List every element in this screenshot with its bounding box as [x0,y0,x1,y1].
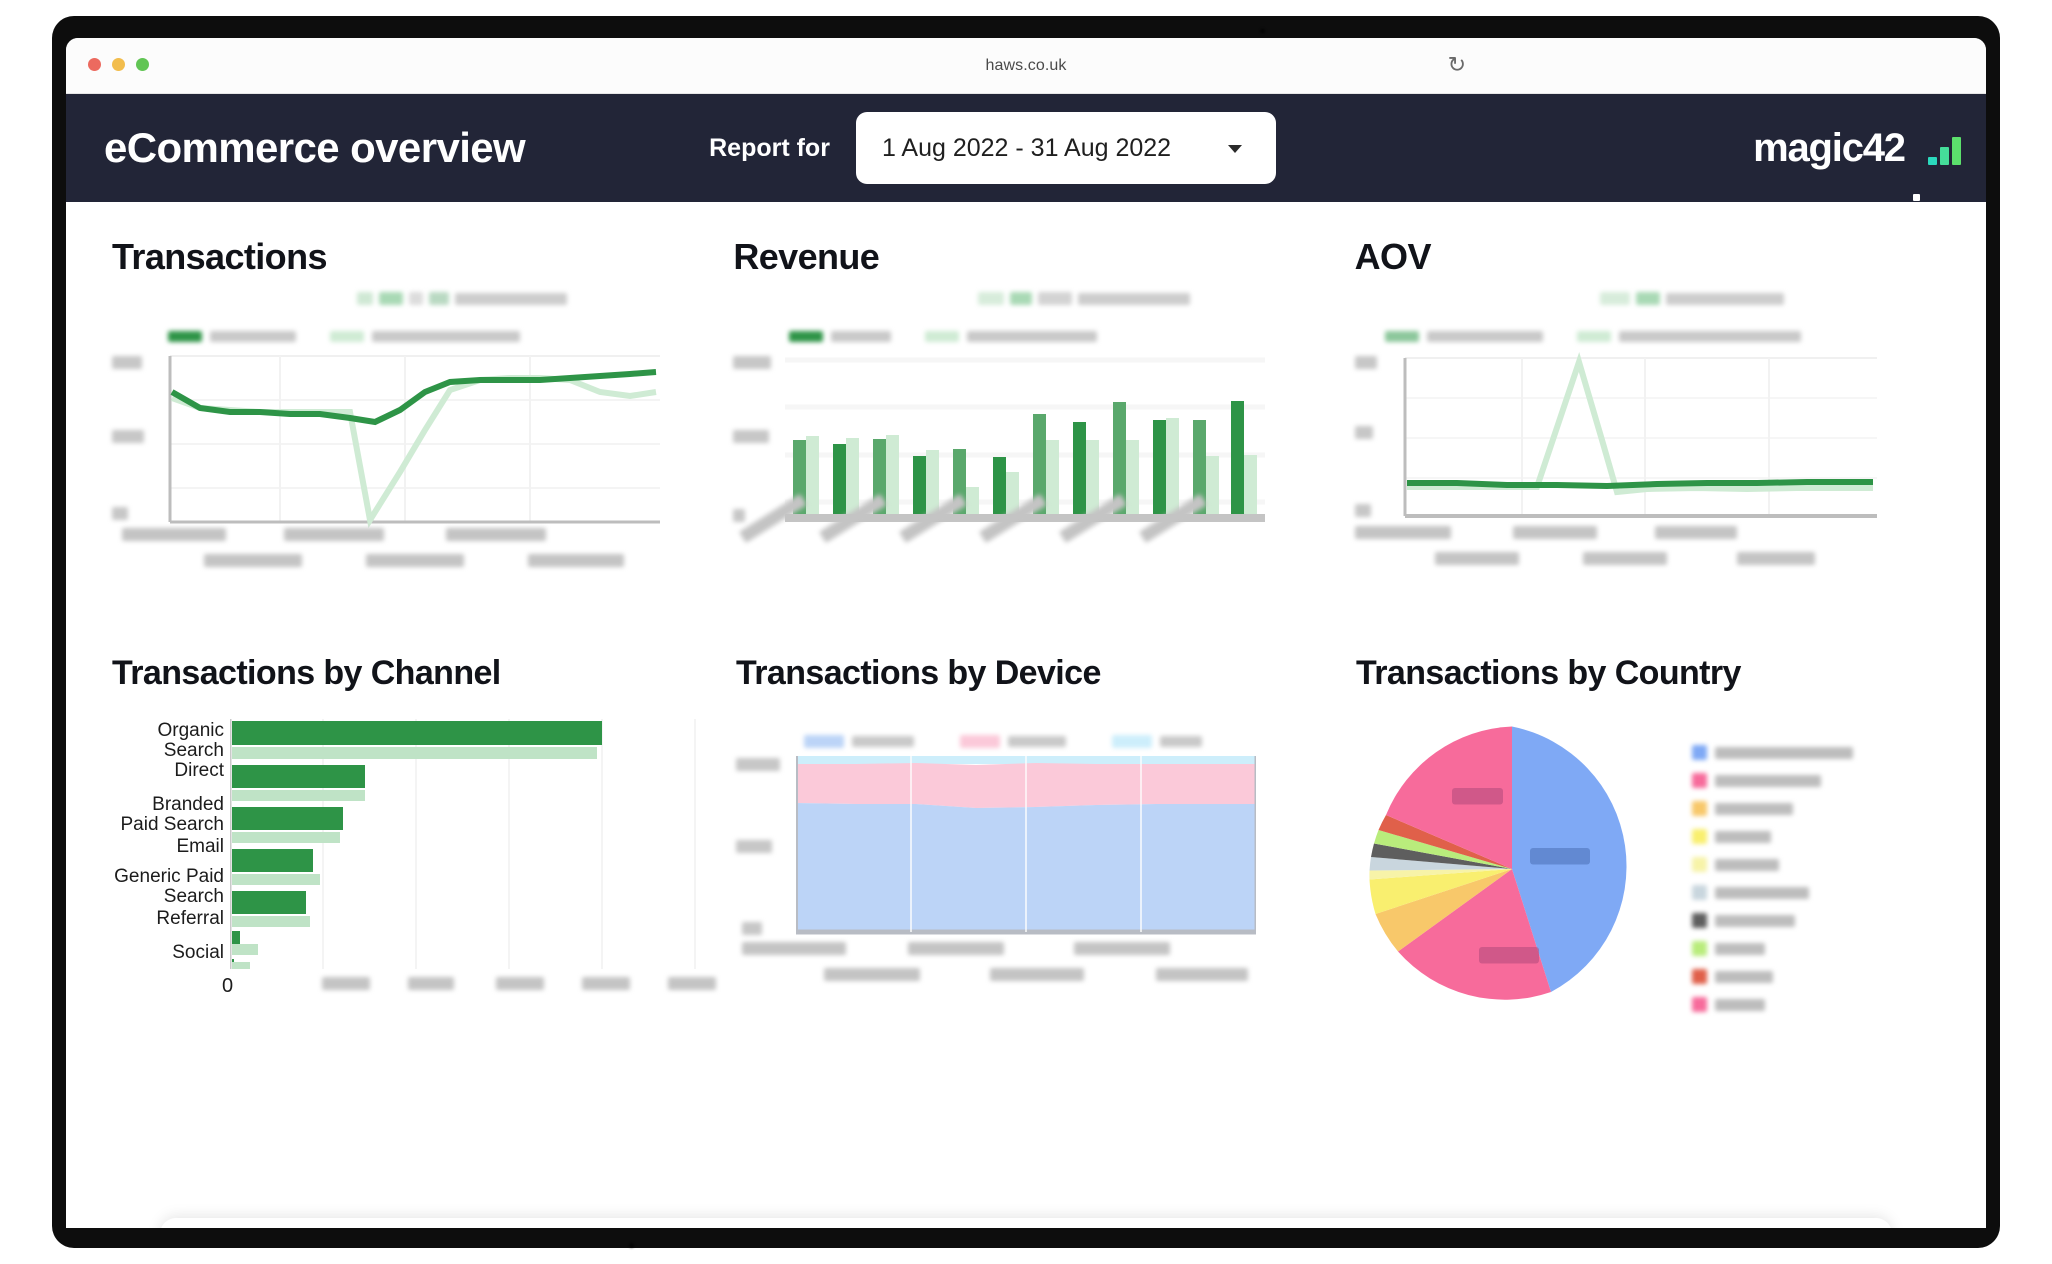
channel-label-6: Social [172,942,224,963]
transactions-chart [112,352,697,567]
card-aov: AOV [1337,202,1958,565]
date-range-picker[interactable]: 1 Aug 2022 - 31 Aug 2022 [855,112,1276,184]
brand-logo: magic42 [1728,94,1986,202]
browser-window: haws.co.uk ↻ eCommerce overview Report f… [66,38,1986,1228]
channel-label-2: Branded Paid Search [120,794,224,835]
channel-label-0: Organic Search [157,720,224,761]
address-bar[interactable]: haws.co.uk [66,57,1986,75]
dashboard-row-1: Transactions Revenue AOV [94,202,1958,567]
channel-label-5: Referral [156,908,224,929]
brand-logo-text: magic42 [1753,125,1906,170]
aov-plot-svg [1403,352,1877,518]
dashboard-row-2: Transactions by Channel Organic Search D… [94,620,1958,1019]
channel-label-1: Direct [174,760,224,781]
revenue-legend [789,331,1318,342]
transactions-delta-note [357,292,697,305]
card-title-transactions: Transactions [112,236,327,277]
chevron-down-icon [1227,145,1242,153]
channel-label-4: Generic Paid Search [114,866,224,907]
card-daily-transactions-by-channel: Daily Transactions by Channel Organic Se… [160,1218,1892,1228]
logo-dot-icon [1912,194,1920,201]
device-chart [736,756,1320,981]
device-legend [804,735,1320,748]
device-plot-svg [796,756,1256,938]
card-title-transactions-by-channel: Transactions by Channel [112,654,501,692]
revenue-delta-note [978,292,1318,305]
card-transactions-by-device: Transactions by Device [718,620,1338,1019]
channel-label-3: Email [176,836,224,857]
date-range-value: 1 Aug 2022 - 31 Aug 2022 [881,133,1172,162]
transactions-legend [168,331,697,342]
country-pie-svg [1369,726,1627,1000]
channel-category-labels: Organic Search Direct Branded Paid Searc… [112,719,224,977]
card-transactions-by-channel: Transactions by Channel Organic Search D… [94,620,718,1019]
revenue-chart [733,352,1318,544]
transactions-plot-svg [168,355,660,529]
card-title-revenue: Revenue [733,236,880,277]
country-legend [1692,745,1853,1025]
screenshot-root: haws.co.uk ↻ eCommerce overview Report f… [0,0,2052,1264]
channel-chart: Organic Search Direct Branded Paid Searc… [112,719,716,997]
dashboard-body: Transactions Revenue AOV Transactions by… [66,202,1986,1228]
app-header: eCommerce overview Report for 1 Aug 2022… [66,94,1986,202]
card-title-transactions-by-country: Transactions by Country [1356,654,1741,692]
card-title-aov: AOV [1354,236,1432,277]
logo-stairs-icon [1927,131,1961,165]
card-title-transactions-by-device: Transactions by Device [736,654,1101,692]
country-chart [1356,719,1940,1019]
channel-axis-zero: 0 [222,975,234,997]
browser-chrome: haws.co.uk ↻ [66,38,1986,94]
card-transactions-by-country: Transactions by Country [1338,620,1958,1019]
channel-plot-svg [230,719,696,969]
aov-chart [1354,352,1940,565]
card-revenue: Revenue [715,202,1336,544]
aov-delta-note [1599,292,1940,305]
page-title: eCommerce overview [104,124,526,171]
aov-legend [1384,331,1940,342]
report-for-label: Report for [709,133,830,162]
card-transactions: Transactions [94,202,715,567]
reload-icon[interactable]: ↻ [1448,54,1466,76]
